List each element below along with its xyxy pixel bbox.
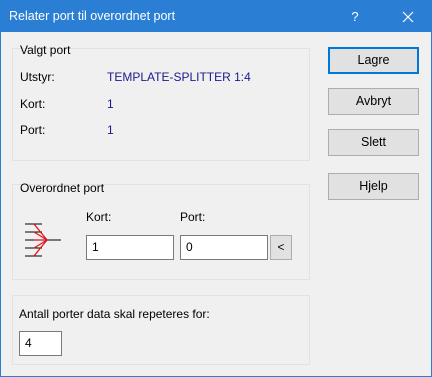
save-button[interactable]: Lagre	[328, 47, 419, 74]
parent-port-label: Port:	[180, 210, 206, 224]
kort-label: Kort:	[20, 97, 46, 111]
close-icon	[402, 11, 414, 23]
splitter-icon	[25, 223, 61, 257]
dialog-window: Relater port til overordnet port ? Valgt…	[0, 0, 432, 377]
title-bar: Relater port til overordnet port ?	[1, 1, 431, 32]
repeat-group: Antall porter data skal repeteres for: 4	[12, 295, 310, 365]
repeat-label: Antall porter data skal repeteres for:	[19, 307, 210, 321]
port-value: 1	[107, 123, 114, 137]
utstyr-value: TEMPLATE-SPLITTER 1:4	[107, 70, 251, 84]
valgt-port-group: Valgt port Utstyr: TEMPLATE-SPLITTER 1:4…	[12, 43, 310, 161]
overordnet-port-title: Overordnet port	[20, 181, 105, 195]
help-button[interactable]: Hjelp	[328, 173, 419, 200]
window-title: Relater port til overordnet port	[9, 9, 176, 23]
overordnet-port-group: Overordnet port Kort: 1 Port: 0 <	[12, 181, 310, 280]
pick-port-button[interactable]: <	[270, 235, 292, 260]
parent-kort-input[interactable]: 1	[86, 235, 174, 260]
delete-button[interactable]: Slett	[328, 129, 419, 156]
close-button[interactable]	[385, 1, 431, 32]
repeat-count-input[interactable]: 4	[19, 331, 62, 356]
cancel-button[interactable]: Avbryt	[328, 88, 419, 115]
help-title-button[interactable]: ?	[332, 1, 378, 32]
port-label: Port:	[20, 123, 46, 137]
parent-port-input[interactable]: 0	[180, 235, 268, 260]
utstyr-label: Utstyr:	[20, 70, 55, 84]
parent-kort-label: Kort:	[86, 210, 112, 224]
valgt-port-title: Valgt port	[20, 43, 71, 57]
kort-value: 1	[107, 97, 114, 111]
